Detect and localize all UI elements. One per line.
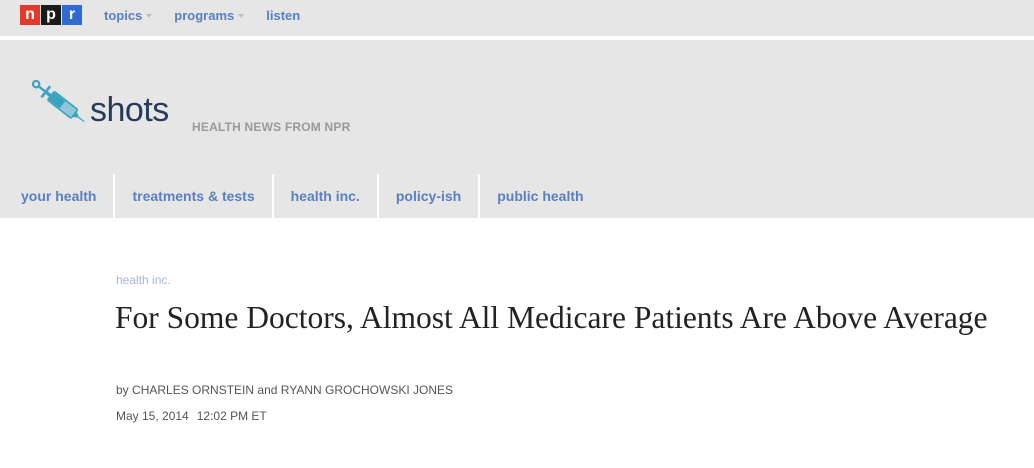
chevron-down-icon <box>238 13 245 18</box>
publish-date: May 15, 2014 <box>116 409 189 423</box>
npr-logo-p: p <box>41 5 61 25</box>
nav-programs[interactable]: programs <box>174 8 245 23</box>
top-navigation-bar: n p r topics programs listen <box>0 0 1034 38</box>
shots-header: shots HEALTH NEWS FROM NPR your health t… <box>0 40 1034 218</box>
author-link[interactable]: RYANN GROCHOWSKI JONES <box>281 383 453 397</box>
npr-logo[interactable]: n p r <box>20 5 83 25</box>
syringe-icon <box>31 79 85 123</box>
author-link[interactable]: CHARLES ORNSTEIN <box>132 383 254 397</box>
tagline: HEALTH NEWS FROM NPR <box>192 120 351 134</box>
nav-topics[interactable]: topics <box>104 8 153 23</box>
byline-joiner: and <box>257 383 278 397</box>
section-treatments-tests[interactable]: treatments & tests <box>115 174 274 218</box>
shots-wordmark: shots <box>90 91 169 129</box>
byline-prefix: by <box>116 383 129 397</box>
dateline: May 15, 2014 12:02 PM ET <box>116 409 267 423</box>
article-kicker[interactable]: health inc. <box>116 273 171 287</box>
nav-listen[interactable]: listen <box>266 8 300 23</box>
section-health-inc[interactable]: health inc. <box>274 174 379 218</box>
byline: by CHARLES ORNSTEIN and RYANN GROCHOWSKI… <box>116 383 453 397</box>
top-nav: topics programs listen <box>104 8 322 23</box>
section-nav: your health treatments & tests health in… <box>0 174 601 218</box>
publish-time: 12:02 PM ET <box>196 409 267 423</box>
chevron-down-icon <box>146 13 153 18</box>
section-policy-ish[interactable]: policy-ish <box>379 174 481 218</box>
section-public-health[interactable]: public health <box>480 174 600 218</box>
nav-programs-label: programs <box>174 8 235 23</box>
section-your-health[interactable]: your health <box>0 174 116 218</box>
nav-listen-label: listen <box>266 8 301 23</box>
nav-topics-label: topics <box>104 8 143 23</box>
npr-logo-r: r <box>62 5 82 25</box>
article-headline: For Some Doctors, Almost All Medicare Pa… <box>115 300 988 335</box>
npr-logo-n: n <box>20 5 40 25</box>
